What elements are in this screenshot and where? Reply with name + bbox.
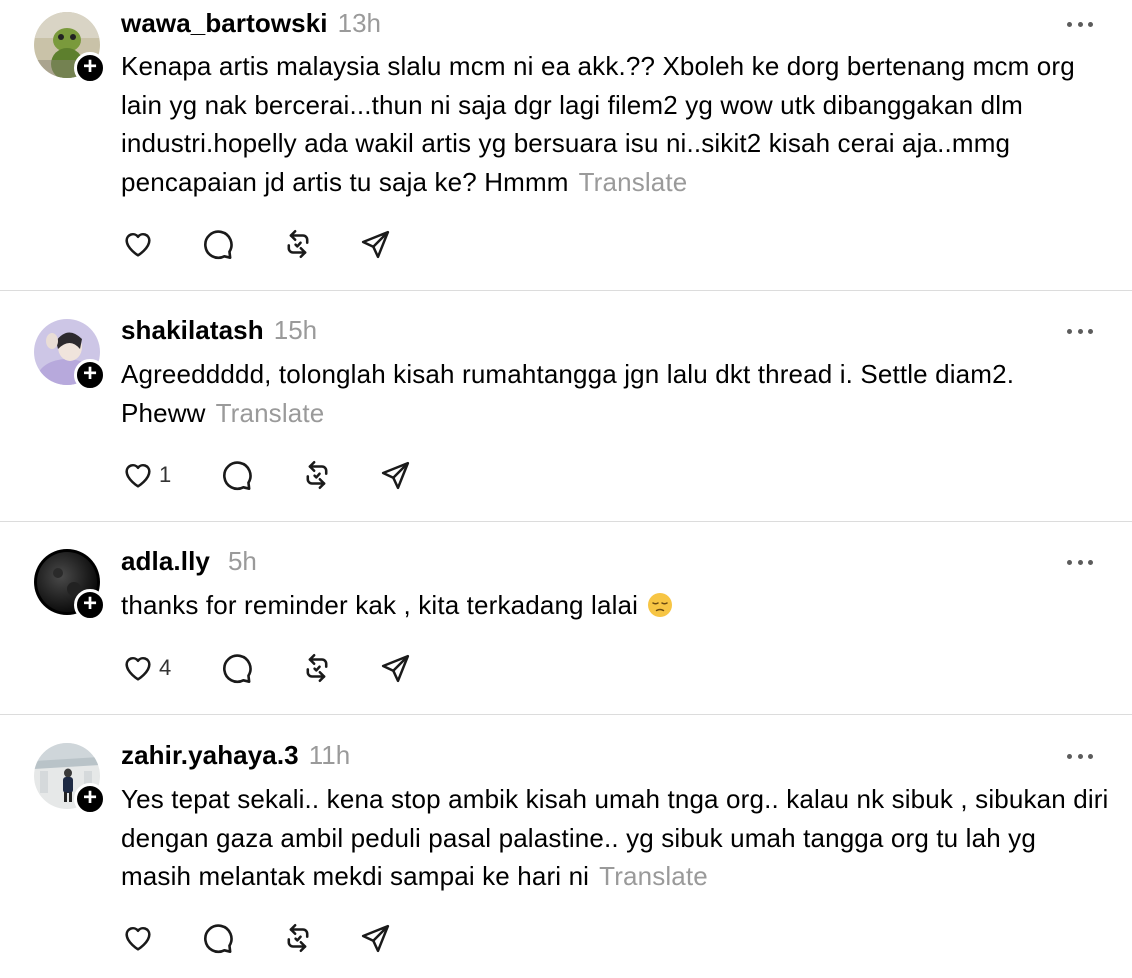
like-count: 4 (159, 655, 172, 680)
follow-plus-icon[interactable]: + (74, 589, 106, 621)
avatar-wrap: + (34, 743, 106, 815)
follow-plus-icon[interactable]: + (74, 783, 106, 815)
like-button[interactable] (121, 228, 201, 260)
comment-icon (223, 653, 252, 683)
follow-plus-icon[interactable]: + (74, 359, 106, 391)
post-text: thanks for reminder kak , kita terkadang… (121, 586, 1111, 625)
pensive-face-icon (648, 593, 673, 617)
share-button[interactable] (379, 459, 412, 492)
share-button[interactable] (359, 228, 392, 261)
comment-icon (204, 923, 233, 953)
timestamp: 5h (227, 546, 257, 576)
username[interactable]: zahir.yahaya.3 (121, 740, 299, 771)
repost-button[interactable] (281, 227, 359, 261)
heart-icon (125, 463, 151, 488)
reply-button[interactable] (201, 922, 281, 955)
like-count: 1 (159, 462, 172, 487)
divider (0, 714, 1132, 715)
username[interactable]: wawa_bartowski (121, 8, 328, 39)
like-button[interactable] (121, 922, 201, 954)
heart-icon (125, 656, 151, 681)
comment-icon (204, 229, 233, 259)
repost-icon (306, 653, 328, 683)
heart-icon (125, 926, 151, 951)
reply-button[interactable] (220, 459, 300, 492)
share-button[interactable] (379, 652, 412, 685)
timestamp: 11h (308, 740, 351, 770)
more-icon[interactable] (1067, 327, 1093, 335)
like-button[interactable]: 4 (121, 652, 220, 684)
username[interactable]: adla.lly (121, 546, 210, 577)
action-bar: 4 (121, 651, 412, 685)
action-bar: 1 (121, 458, 412, 492)
post-text: Kenapa artis malaysia slalu mcm ni ea ak… (121, 47, 1111, 201)
send-icon (361, 924, 390, 952)
repost-icon (287, 229, 309, 259)
translate-link[interactable]: Translate (216, 398, 325, 428)
translate-link[interactable]: Translate (599, 861, 708, 891)
follow-plus-icon[interactable]: + (74, 52, 106, 84)
timestamp: 13h (337, 8, 381, 38)
send-icon (381, 461, 410, 489)
repost-button[interactable] (300, 458, 379, 492)
action-bar (121, 921, 392, 955)
post-header: wawa_bartowski 13h (121, 8, 381, 39)
repost-icon (287, 923, 309, 953)
translate-link[interactable]: Translate (579, 167, 688, 197)
post-header: adla.lly 5h (121, 546, 257, 577)
more-icon[interactable] (1067, 752, 1093, 760)
avatar-wrap: + (34, 12, 106, 84)
avatar-wrap: + (34, 319, 106, 391)
more-icon[interactable] (1067, 20, 1093, 28)
reply-button[interactable] (220, 652, 300, 685)
send-icon (381, 654, 410, 682)
action-bar (121, 227, 392, 261)
divider (0, 290, 1132, 291)
post-header: shakilatash 15h (121, 315, 317, 346)
avatar-wrap: + (34, 549, 106, 621)
repost-icon (306, 460, 328, 490)
post-text: Agreeddddd, tolonglah kisah rumahtangga … (121, 355, 1111, 432)
share-button[interactable] (359, 922, 392, 955)
repost-button[interactable] (300, 651, 379, 685)
post-header: zahir.yahaya.3 11h (121, 740, 350, 771)
like-button[interactable]: 1 (121, 459, 220, 491)
more-icon[interactable] (1067, 558, 1093, 566)
send-icon (361, 230, 390, 258)
post-body: thanks for reminder kak , kita terkadang… (121, 590, 639, 620)
repost-button[interactable] (281, 921, 359, 955)
post-text: Yes tepat sekali.. kena stop ambik kisah… (121, 780, 1111, 896)
heart-icon (125, 232, 151, 257)
timestamp: 15h (273, 315, 318, 345)
divider (0, 521, 1132, 522)
username[interactable]: shakilatash (121, 315, 264, 346)
comment-icon (223, 460, 252, 490)
reply-button[interactable] (201, 228, 281, 261)
